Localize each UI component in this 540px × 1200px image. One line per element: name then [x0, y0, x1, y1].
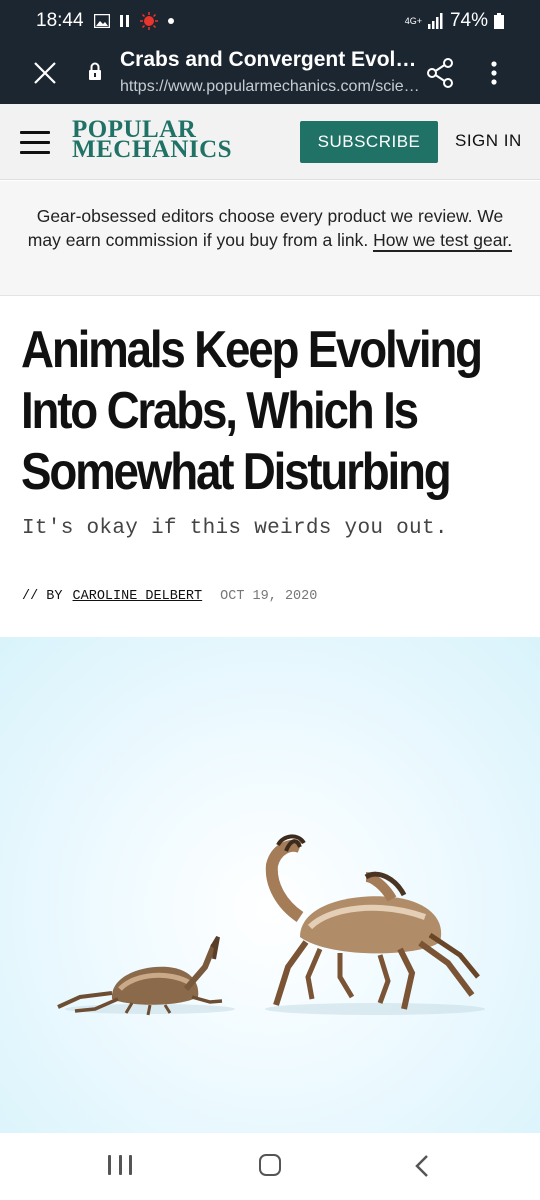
hero-image — [0, 637, 540, 1133]
site-header: POPULAR MECHANICS SUBSCRIBE SIGN IN — [0, 104, 540, 180]
crabs-illustration — [57, 834, 485, 1016]
author-link[interactable]: CAROLINE DELBERT — [73, 589, 203, 604]
how-we-test-gear-link[interactable]: How we test gear. — [373, 230, 513, 252]
byline-prefix: // BY — [22, 589, 63, 604]
battery-icon — [494, 13, 504, 29]
back-icon[interactable] — [410, 1153, 434, 1179]
article-dek: It's okay if this weirds you out. — [22, 517, 448, 540]
subscribe-button[interactable]: SUBSCRIBE — [300, 121, 438, 163]
disclosure-paragraph: Gear-obsessed editors choose every produ… — [20, 204, 520, 252]
notification-icons — [94, 12, 174, 30]
recents-icon[interactable] — [108, 1155, 132, 1177]
sign-in-link[interactable]: SIGN IN — [455, 131, 522, 151]
clock: 18:44 — [36, 10, 84, 31]
site-logo[interactable]: POPULAR MECHANICS — [72, 117, 233, 163]
pause-icon — [120, 15, 129, 27]
page-url[interactable]: https://www.popularmechanics.com/scie… — [120, 78, 425, 96]
article-headline: Animals Keep Evolving Into Crabs, Which … — [21, 321, 483, 501]
byline: // BY CAROLINE DELBERT OCT 19, 2020 — [22, 589, 317, 604]
affiliate-disclosure: Gear-obsessed editors choose every produ… — [0, 181, 540, 296]
large-crab — [265, 834, 480, 1010]
logo-line-2: MECHANICS — [72, 136, 233, 163]
browser-toolbar: Crabs and Convergent Evoluti… https://ww… — [0, 44, 540, 104]
lock-icon — [89, 62, 101, 80]
signal-icon — [427, 13, 443, 29]
recording-icon — [140, 12, 158, 30]
system-nav-bar — [0, 1133, 540, 1200]
status-bar: 18:44 4G+ 74% — [0, 0, 540, 44]
dot-icon — [168, 18, 174, 24]
battery-percent: 74% — [449, 10, 488, 31]
page-title[interactable]: Crabs and Convergent Evoluti… — [120, 48, 425, 72]
more-vert-icon[interactable] — [482, 56, 506, 90]
home-icon[interactable] — [259, 1154, 281, 1176]
close-tab-button[interactable] — [28, 56, 62, 90]
hamburger-menu-icon[interactable] — [20, 124, 50, 160]
close-icon — [34, 62, 56, 84]
system-icons: 4G+ 74% — [405, 10, 504, 32]
publish-date: OCT 19, 2020 — [220, 589, 318, 604]
gallery-icon — [94, 14, 110, 28]
network-type: 4G+ — [404, 15, 422, 26]
small-crab — [57, 935, 223, 1016]
share-icon[interactable] — [424, 56, 458, 90]
